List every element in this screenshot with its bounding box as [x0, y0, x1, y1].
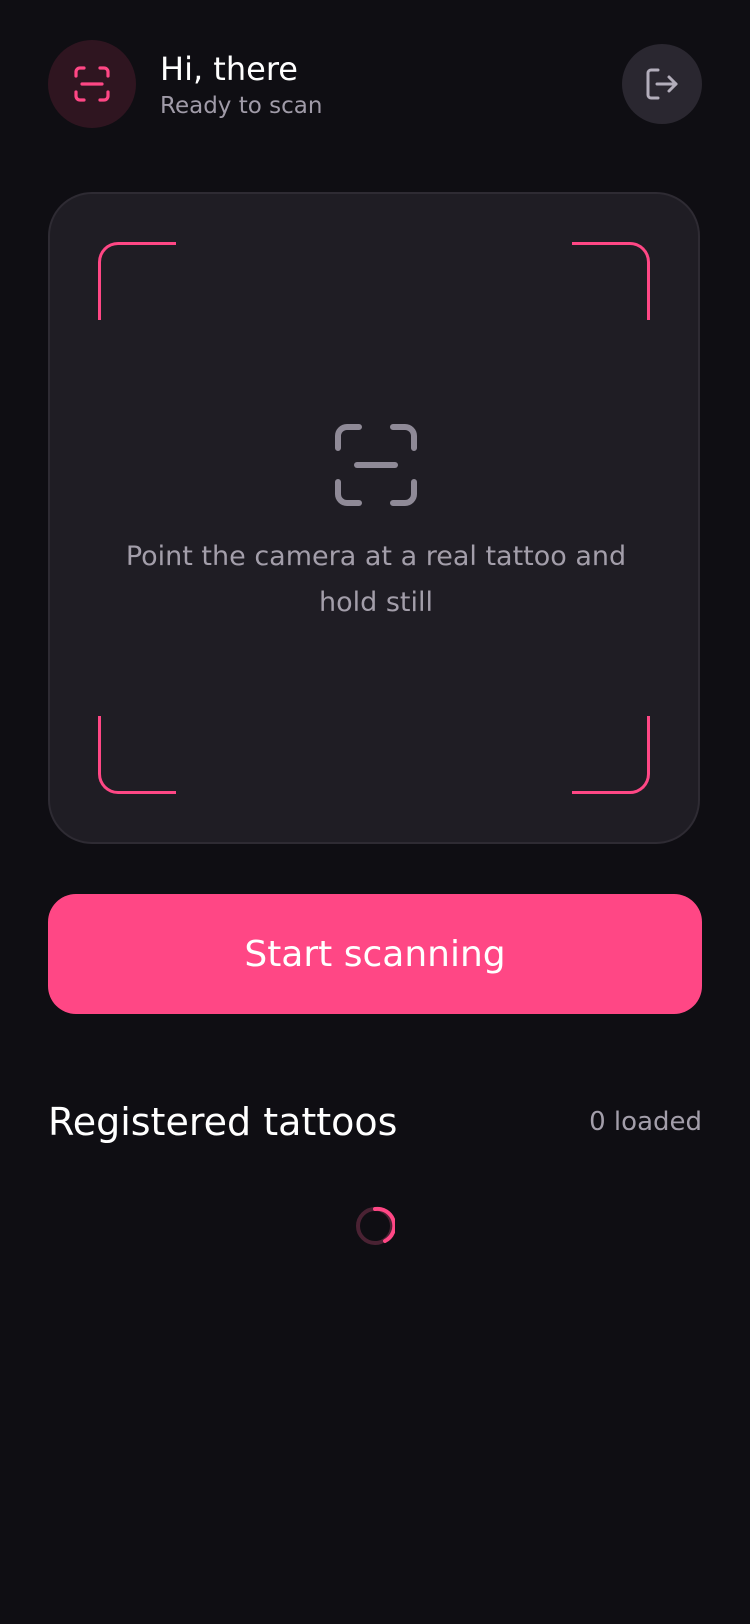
scanner-viewfinder: Point the camera at a real tattoo and ho… [48, 192, 700, 844]
start-scanning-button[interactable]: Start scanning [48, 894, 702, 1014]
viewfinder-corner-bottom-left [98, 716, 176, 794]
greeting-subtitle: Ready to scan [160, 93, 323, 119]
registered-tattoos-title: Registered tattoos [48, 1100, 398, 1144]
registered-tattoos-count: 0 loaded [589, 1107, 702, 1137]
logout-button[interactable] [622, 44, 702, 124]
viewfinder-corner-top-left [98, 242, 176, 320]
greeting: Hi, there Ready to scan [160, 50, 322, 122]
avatar [48, 40, 136, 128]
viewfinder-corner-bottom-right [572, 716, 650, 794]
spinner-icon [356, 1206, 395, 1245]
scan-icon [335, 424, 417, 506]
header: Hi, there Ready to scan [48, 40, 702, 128]
scanner-hint: Point the camera at a real tattoo and ho… [125, 541, 627, 618]
greeting-title: Hi, there [160, 50, 298, 88]
scan-icon [74, 66, 110, 102]
logout-icon [646, 68, 678, 100]
viewfinder-corner-top-right [572, 242, 650, 320]
